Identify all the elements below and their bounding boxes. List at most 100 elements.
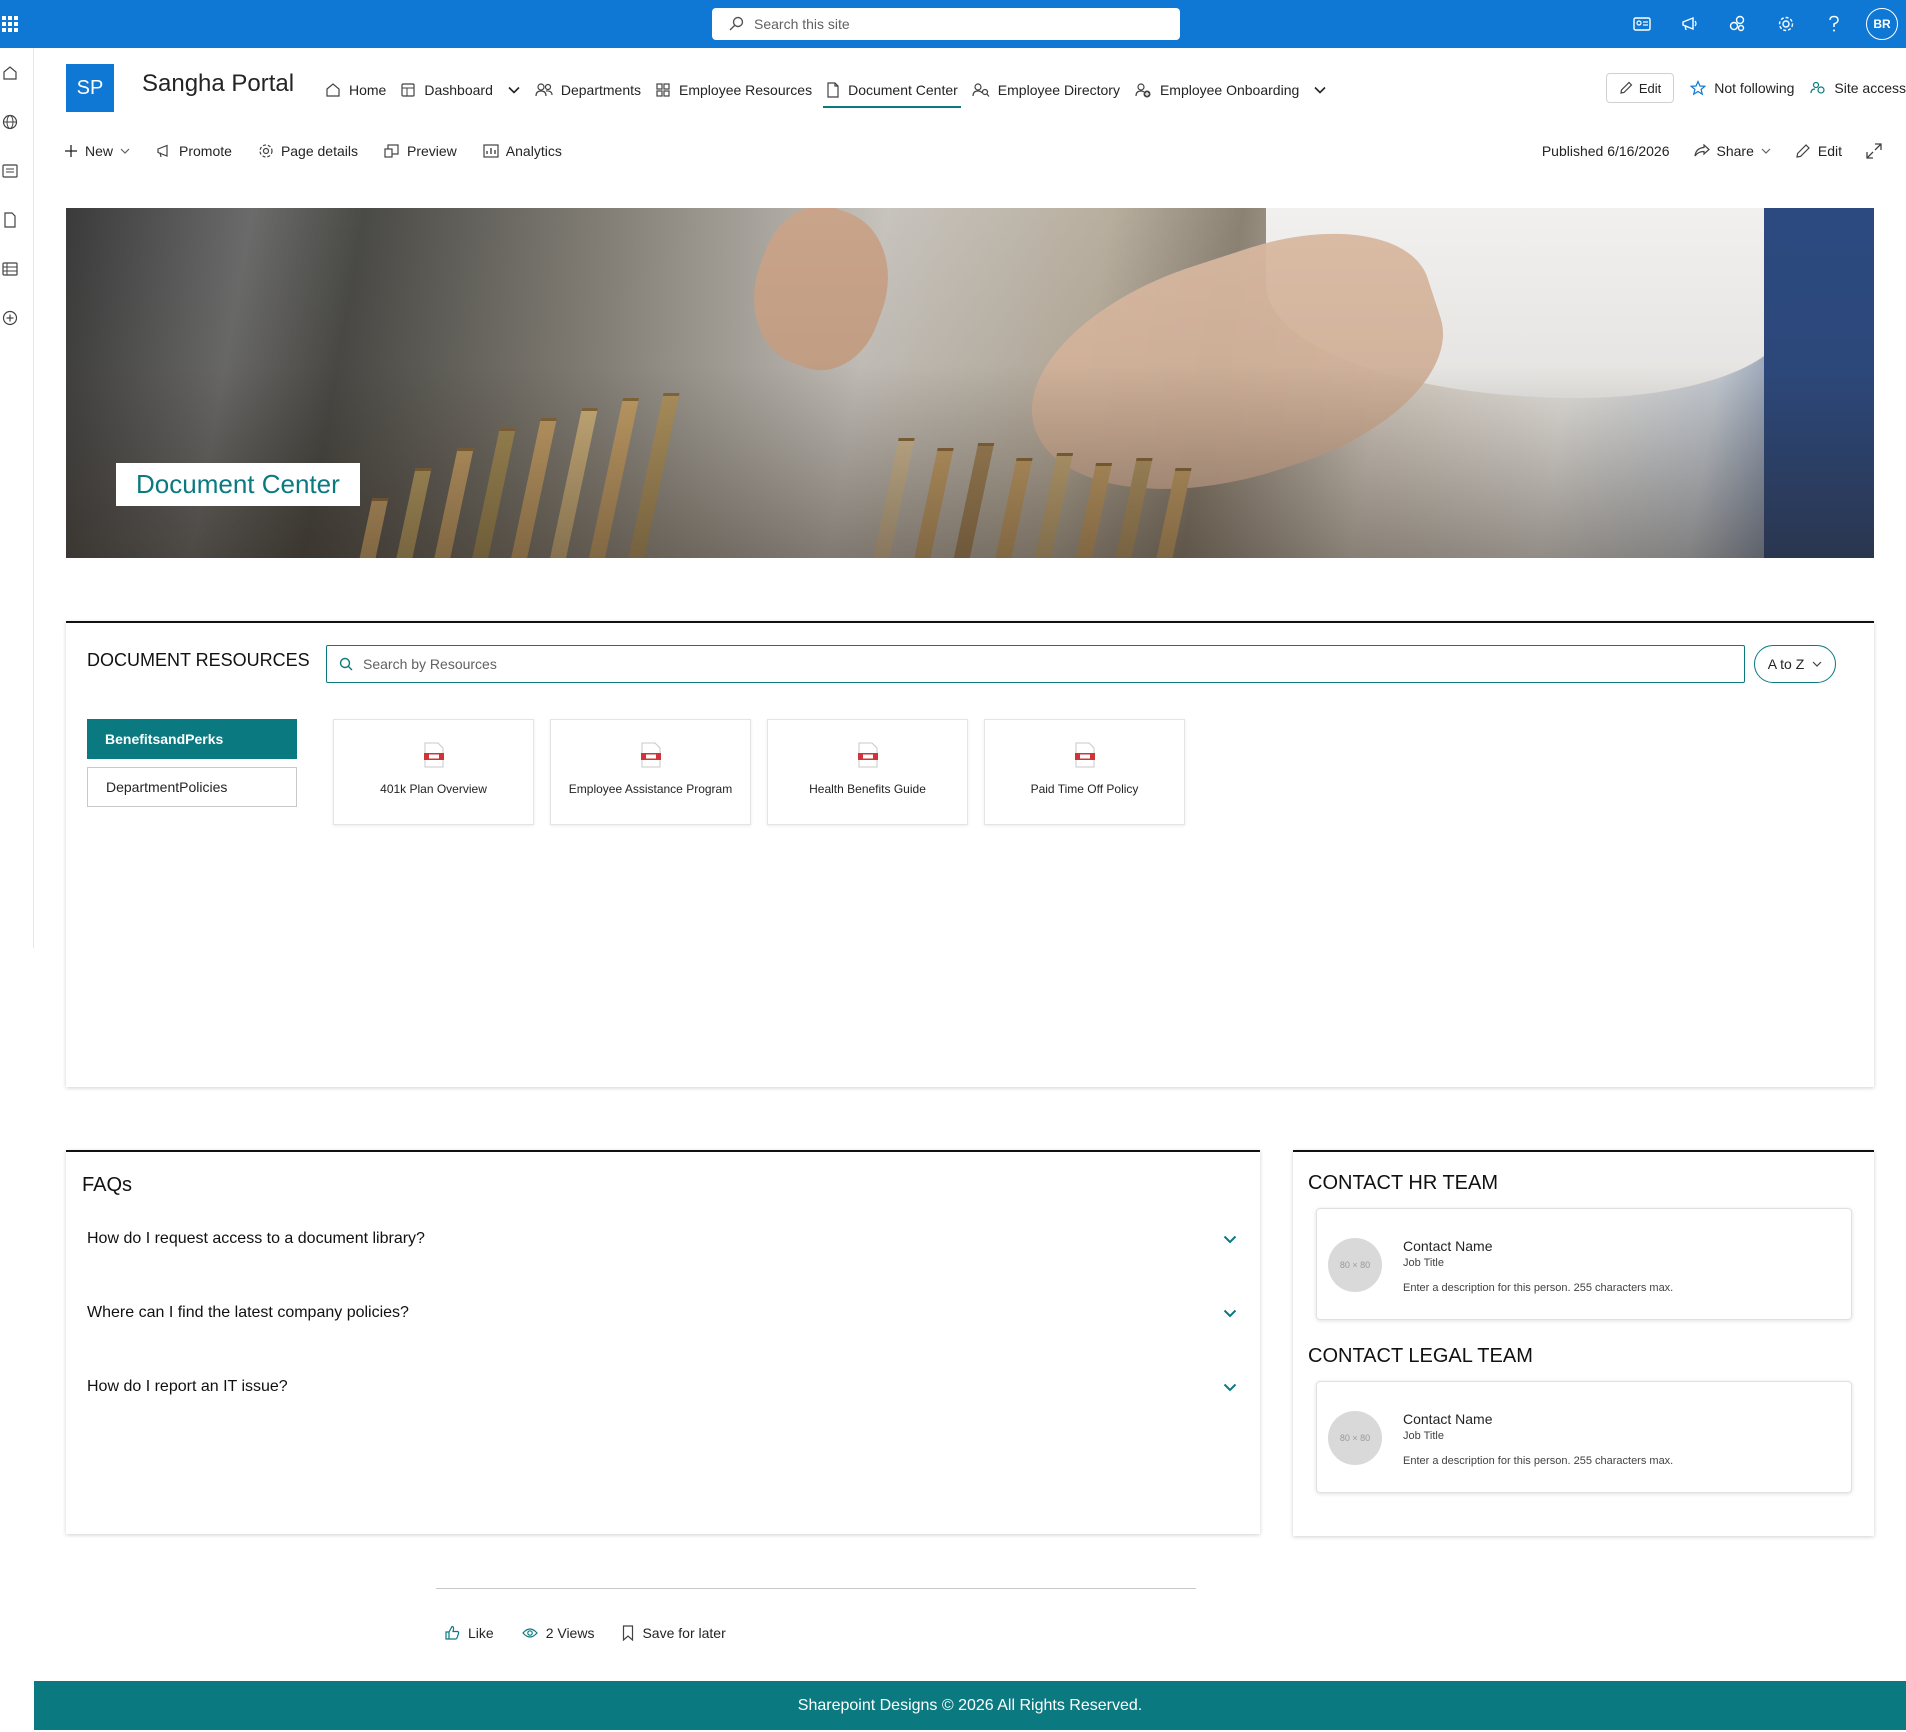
sharepoint-share-icon[interactable] [1714,0,1762,48]
faq-question: Where can I find the latest company poli… [87,1304,409,1321]
pencil-icon [1796,144,1810,158]
globe-rail-icon[interactable] [0,112,20,132]
page-edit-button[interactable]: Edit [1795,143,1842,159]
contact-hr-heading: CONTACT HR TEAM [1308,1172,1499,1194]
chevron-down-icon [1223,1235,1237,1243]
follow-button[interactable]: Not following [1690,80,1794,96]
user-avatar[interactable]: BR [1858,0,1906,48]
follow-label: Not following [1714,80,1795,96]
nav-overflow-chevron-icon[interactable] [1306,72,1334,108]
settings-gear-icon[interactable] [1762,0,1810,48]
like-button[interactable]: Like [444,1625,494,1641]
person-description: Enter a description for this person. 255… [1403,1282,1674,1294]
document-name: Health Benefits Guide [809,782,926,796]
home-rail-icon[interactable] [0,63,20,83]
nav-item-label: Departments [560,82,642,98]
nav-item-employee-resources[interactable]: Employee Resources [648,72,819,108]
analytics-button[interactable]: Analytics [483,143,562,159]
nav-item-label: Employee Directory [997,82,1120,98]
chevron-down-icon [1761,148,1771,154]
hr-person-card[interactable]: 80 × 80 Contact Name Job Title Enter a d… [1316,1208,1852,1320]
nav-item-label: Document Center [848,82,958,98]
eye-icon [521,1628,538,1638]
news-rail-icon[interactable] [0,161,20,181]
create-plus-rail-icon[interactable] [0,308,20,328]
chevron-down-icon [1812,661,1822,667]
social-bar: Like 2 Views Save for later [444,1621,726,1645]
promote-button[interactable]: Promote [156,143,232,159]
chevron-down-icon [120,148,130,154]
like-label: Like [468,1625,494,1641]
header-edit-button[interactable]: Edit [1605,73,1675,103]
command-bar: New Promote Page details Preview Analyti… [64,136,562,166]
search-icon [729,16,744,31]
faq-item[interactable]: How do I report an IT issue? [87,1372,1237,1402]
pdf-file-icon [423,742,444,768]
new-button[interactable]: New [64,143,130,159]
resource-search-placeholder: Search by Resources [363,656,497,672]
category-department-policies[interactable]: DepartmentPolicies [87,767,297,807]
document-name: 401k Plan Overview [380,782,487,796]
share-button[interactable]: Share [1693,143,1771,159]
help-question-icon[interactable] [1810,0,1858,48]
person-name: Contact Name [1403,1238,1493,1254]
site-access-button[interactable]: Site access [1810,80,1906,96]
document-name: Paid Time Off Policy [1030,782,1139,796]
files-rail-icon[interactable] [0,210,20,230]
faq-item[interactable]: How do I request access to a document li… [87,1224,1237,1254]
person-job-title: Job Title [1403,1430,1444,1442]
document-tile[interactable]: Employee Assistance Program [550,719,751,825]
nav-item-departments[interactable]: Departments [528,72,648,108]
person-photo-placeholder: 80 × 80 [1328,1411,1382,1465]
site-logo[interactable]: SP [66,64,114,112]
expand-button[interactable] [1866,143,1882,159]
save-for-later-button[interactable]: Save for later [622,1625,726,1641]
megaphone-icon [157,144,168,158]
preview-button[interactable]: Preview [384,143,457,159]
avatar-initials: BR [1866,8,1898,40]
site-search-box[interactable]: Search this site [712,8,1180,40]
document-tile[interactable]: Health Benefits Guide [767,719,968,825]
new-label: New [85,143,114,159]
document-tile[interactable]: 401k Plan Overview [333,719,534,825]
nav-item-label: Dashboard [424,82,493,98]
category-benefits-and-perks[interactable]: BenefitsandPerks [87,719,297,759]
document-resources-card: DOCUMENT RESOURCES Search by Resources A… [66,621,1874,1087]
people-icon [535,83,553,97]
faq-question: How do I report an IT issue? [87,1378,288,1395]
lists-rail-icon[interactable] [0,259,20,279]
resource-search-input[interactable]: Search by Resources [326,645,1745,683]
faq-item[interactable]: Where can I find the latest company poli… [87,1298,1237,1328]
thumbs-up-icon [445,1625,460,1640]
person-name: Contact Name [1403,1411,1493,1427]
site-title[interactable]: Sangha Portal [142,70,294,98]
sort-dropdown[interactable]: A to Z [1754,645,1836,683]
nav-item-dashboard[interactable]: Dashboard [393,72,500,108]
footer-text: Sharepoint Designs © 2026 All Rights Res… [797,1696,1143,1714]
person-job-title: Job Title [1403,1257,1444,1269]
command-bar-right: Published 6/16/2026 Share Edit [1542,136,1882,166]
document-tiles: 401k Plan Overview Employee Assistance P… [333,719,1185,825]
nav-item-employee-onboarding[interactable]: Employee Onboarding [1127,72,1306,108]
contact-card-icon[interactable] [1618,0,1666,48]
document-icon [827,82,839,98]
nav-item-employee-directory[interactable]: Employee Directory [965,72,1127,108]
nav-item-home[interactable]: Home [318,72,393,108]
site-search-placeholder: Search this site [754,16,850,32]
pencil-icon [1620,81,1633,94]
share-label: Share [1716,143,1754,159]
sort-label: A to Z [1767,656,1805,672]
nav-item-document-center[interactable]: Document Center [819,72,965,108]
app-launcher-icon[interactable] [0,0,20,48]
document-tile[interactable]: Paid Time Off Policy [984,719,1185,825]
page-details-button[interactable]: Page details [258,143,358,159]
contact-legal-heading: CONTACT LEGAL TEAM [1308,1345,1533,1367]
social-divider [436,1588,1196,1589]
hero-banner-image: Document Center [66,208,1874,558]
megaphone-icon[interactable] [1666,0,1714,48]
legal-person-card[interactable]: 80 × 80 Contact Name Job Title Enter a d… [1316,1381,1852,1493]
gear-icon [259,144,273,158]
dashboard-dropdown-chevron-icon[interactable] [500,72,528,108]
star-icon [1690,80,1707,96]
faq-card: FAQs How do I request access to a docume… [66,1150,1260,1534]
